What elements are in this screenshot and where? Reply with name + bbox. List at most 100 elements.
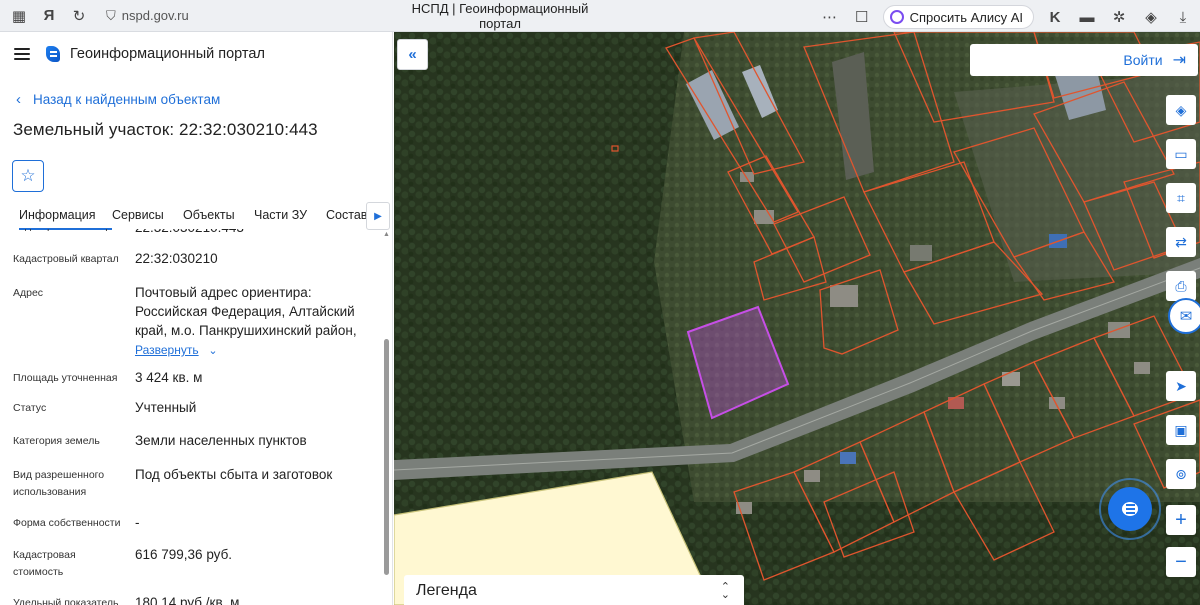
- login-icon: ⇥: [1172, 52, 1186, 69]
- property-key: Кадастровый квартал: [13, 253, 119, 265]
- ruler-button[interactable]: ▭: [1166, 139, 1196, 169]
- alice-label: Спросить Алису AI: [909, 9, 1023, 25]
- property-key: Кадастровый номер: [13, 229, 125, 235]
- browser-toolbar: ▦ Я ↻ ⛉ nspd.gov.ru НСПД | Геоинформацио…: [0, 0, 1200, 32]
- property-value: 616 799,36 руб.: [135, 547, 233, 562]
- url-text: nspd.gov.ru: [121, 8, 189, 23]
- expand-collapse-icon: ⌃ ⌄: [720, 581, 730, 601]
- chevron-down-icon: ⌄: [208, 345, 218, 357]
- print-button[interactable]: ⎙: [1166, 271, 1196, 301]
- share-button[interactable]: ⇄: [1166, 227, 1196, 257]
- zoom-in-button[interactable]: +: [1166, 505, 1196, 535]
- panel-scrollbar[interactable]: ▲: [381, 229, 391, 605]
- property-key: Адрес: [13, 287, 44, 299]
- picture-in-picture-button[interactable]: ▣: [1166, 415, 1196, 445]
- property-key: Удельный показатель: [13, 597, 119, 605]
- list-icon: [1122, 502, 1138, 516]
- property-key-line-2: использования: [13, 486, 87, 498]
- property-key: Статус: [13, 402, 47, 414]
- menu-icon[interactable]: [14, 48, 30, 60]
- downloads-icon[interactable]: ⤓: [1172, 6, 1194, 28]
- property-value: 3 424 кв. м: [135, 370, 203, 385]
- tab-services[interactable]: Сервисы: [112, 202, 183, 230]
- scrollbar-thumb[interactable]: [384, 339, 389, 575]
- menu-fab-ring: [1099, 478, 1161, 540]
- download-icon[interactable]: ▬: [1076, 6, 1098, 28]
- alice-icon: [889, 10, 904, 24]
- favorite-button[interactable]: ☆: [12, 160, 44, 192]
- portal-name: Геоинформационный портал: [70, 46, 265, 62]
- menu-fab-button[interactable]: [1108, 487, 1152, 531]
- scroll-up-icon[interactable]: ▲: [383, 231, 390, 238]
- legend-bar[interactable]: Легенда ⌃ ⌄: [404, 575, 744, 605]
- legend-label: Легенда: [416, 582, 477, 599]
- locate-button[interactable]: ➤: [1166, 371, 1196, 401]
- panel-header: Геоинформационный портал: [0, 32, 392, 76]
- zoom-out-icon: −: [1175, 550, 1187, 573]
- more-icon[interactable]: ⋯: [819, 6, 841, 28]
- alice-button[interactable]: Спросить Алису AI: [882, 5, 1034, 29]
- properties-list: Кадастровый номер 22:32:030210:443 Кадас…: [0, 229, 380, 605]
- tabs-grid-icon[interactable]: ▦: [8, 5, 30, 27]
- back-link-label: Назад к найденным объектам: [33, 91, 221, 107]
- property-key-line-1: Кадастровая: [13, 549, 76, 561]
- property-key: Площадь уточненная: [13, 372, 118, 384]
- placemark-icon: ⊚: [1175, 465, 1187, 482]
- property-key-line-1: Вид разрешенного: [13, 469, 105, 481]
- zoom-out-button[interactable]: −: [1166, 547, 1196, 577]
- zoom-in-icon: +: [1175, 508, 1187, 531]
- share-icon: ⇄: [1175, 233, 1187, 250]
- tab-title: НСПД | Геоинформационный портал: [411, 0, 589, 31]
- puzzle-icon[interactable]: ✲: [1108, 6, 1130, 28]
- property-value: 180,14 руб./кв. м: [135, 595, 240, 605]
- yandex-icon[interactable]: Я: [38, 5, 60, 27]
- collapse-panel-button[interactable]: «: [397, 39, 428, 70]
- login-button[interactable]: Войти ⇥: [970, 44, 1198, 76]
- select-area-button[interactable]: ⌗: [1166, 183, 1196, 213]
- tab-bar: Информация Сервисы Объекты Части ЗУ Сост…: [0, 202, 392, 230]
- back-link[interactable]: ‹ Назад к найденным объектам: [0, 88, 392, 110]
- support-chat-button[interactable]: ✉: [1168, 298, 1200, 334]
- chevron-left-icon: ‹: [16, 90, 21, 108]
- expand-label: Развернуть: [135, 343, 199, 357]
- picture-icon: ▣: [1174, 421, 1188, 438]
- satellite-map[interactable]: [394, 32, 1200, 605]
- support-icon: ✉: [1179, 308, 1193, 325]
- property-value: Под объекты сбыта и заготовок: [135, 467, 333, 482]
- placemark-button[interactable]: ⊚: [1166, 459, 1196, 489]
- tab-parts[interactable]: Части ЗУ: [254, 202, 326, 230]
- layers-icon: ◈: [1175, 101, 1187, 118]
- tab-objects[interactable]: Объекты: [183, 202, 254, 230]
- shield-extension-icon[interactable]: ◈: [1140, 6, 1162, 28]
- property-value: -: [135, 515, 140, 530]
- property-value: 22:32:030210:443: [135, 229, 370, 237]
- info-panel: Геоинформационный портал ‹ Назад к найде…: [0, 32, 393, 605]
- print-icon: ⎙: [1175, 277, 1187, 294]
- address-bar[interactable]: ⛉ nspd.gov.ru: [106, 8, 189, 24]
- select-area-icon: ⌗: [1177, 189, 1185, 206]
- property-value: Земли населенных пунктов: [135, 433, 307, 448]
- address-line-3: край, м.о. Панкрушихинский район,: [135, 323, 357, 338]
- portal-logo-icon: [44, 45, 62, 63]
- shield-icon: ⛉: [106, 7, 116, 23]
- star-icon: ☆: [20, 166, 36, 185]
- locate-icon: ➤: [1175, 377, 1187, 394]
- bookmark-icon[interactable]: ☐: [851, 6, 873, 28]
- extension-k-icon[interactable]: K: [1044, 6, 1066, 28]
- property-key: Категория земель: [13, 435, 100, 447]
- reload-icon[interactable]: ↻: [68, 5, 90, 27]
- tabs-scroll-right-button[interactable]: ▶: [366, 202, 390, 230]
- login-label: Войти: [1123, 52, 1163, 68]
- ruler-icon: ▭: [1174, 145, 1188, 162]
- address-line-2: Российская Федерация, Алтайский: [135, 304, 355, 319]
- property-value: 22:32:030210: [135, 251, 218, 266]
- layers-button[interactable]: ◈: [1166, 95, 1196, 125]
- property-key-line-2: стоимость: [13, 566, 64, 578]
- double-chevron-left-icon: «: [408, 46, 417, 63]
- map-view[interactable]: « Войти ⇥ ◈ ▭ ⌗ ⇄ ⎙ ✉ ➤ ▣ ⊚ + − Легенда …: [394, 32, 1200, 605]
- tab-information[interactable]: Информация: [19, 202, 112, 230]
- object-title: Земельный участок: 22:32:030210:443: [13, 120, 318, 139]
- expand-link[interactable]: Развернуть ⌄: [135, 340, 370, 361]
- property-key: Форма собственности: [13, 517, 121, 529]
- address-line-1: Почтовый адрес ориентира:: [135, 285, 312, 300]
